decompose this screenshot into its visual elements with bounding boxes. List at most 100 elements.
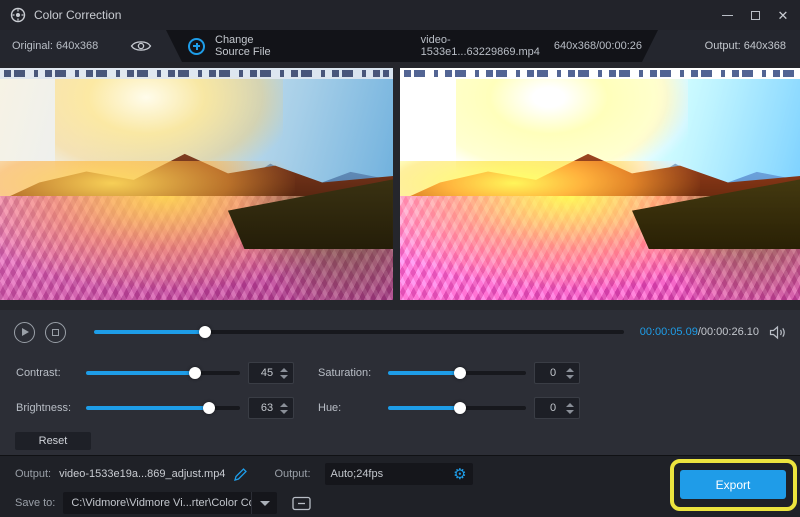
play-icon — [22, 328, 29, 336]
original-resolution-label: Original: 640x368 — [12, 40, 98, 52]
seek-track — [94, 330, 624, 334]
original-resolution-tab: Original: 640x368 — [0, 30, 182, 62]
video-watermark-glitch — [404, 70, 796, 77]
stop-icon — [52, 329, 59, 336]
video-watermark-glitch — [4, 70, 389, 77]
change-source-file-button[interactable]: Change Source File — [215, 34, 291, 58]
eye-icon — [130, 39, 152, 53]
contrast-label: Contrast: — [16, 367, 78, 379]
contrast-handle[interactable] — [189, 367, 201, 379]
minimize-button[interactable] — [720, 8, 734, 22]
hue-value: 0 — [540, 402, 566, 414]
brightness-label: Brightness: — [16, 402, 78, 414]
export-button[interactable]: Export — [680, 470, 786, 499]
plus-circle-icon[interactable] — [188, 38, 205, 55]
adjusted-video-preview — [400, 68, 800, 300]
pencil-icon — [233, 467, 248, 482]
hue-increase-icon[interactable] — [566, 403, 574, 407]
hue-decrease-icon[interactable] — [566, 410, 574, 414]
playback-row: 00:00:05.09/00:00:26.10 — [0, 310, 800, 354]
titlebar: Color Correction ✕ — [0, 0, 800, 30]
source-dimensions-duration: 640x368/00:00:26 — [554, 40, 642, 52]
output-format-label: Output: — [274, 468, 310, 480]
brightness-handle[interactable] — [203, 402, 215, 414]
output-resolution-tab: Output: 640x368 — [642, 30, 800, 62]
saturation-spinbox[interactable]: 0 — [534, 362, 580, 384]
hue-label: Hue: — [318, 402, 380, 414]
preview-toggle-button[interactable] — [130, 39, 152, 53]
hue-spinbox[interactable]: 0 — [534, 397, 580, 419]
save-path-dropdown-toggle[interactable] — [251, 492, 277, 514]
video-watermark-strip — [400, 68, 800, 79]
contrast-slider[interactable] — [86, 367, 240, 379]
source-info: Change Source File video-1533e1...632298… — [182, 30, 642, 62]
open-folder-button[interactable] — [289, 493, 313, 513]
saturation-row: Saturation: 0 — [318, 362, 580, 384]
time-display: 00:00:05.09/00:00:26.10 — [640, 326, 759, 338]
hue-handle[interactable] — [454, 402, 466, 414]
brightness-track — [86, 406, 240, 410]
saturation-decrease-icon[interactable] — [566, 375, 574, 379]
stop-button[interactable] — [45, 322, 66, 343]
window-controls: ✕ — [720, 8, 790, 22]
saturation-fill — [388, 371, 460, 375]
output-name-row: Output: video-1533e19a...869_adjust.mp4 … — [15, 463, 473, 485]
output-filename: video-1533e19a...869_adjust.mp4 — [59, 468, 225, 480]
minimize-icon — [722, 15, 733, 16]
saturation-handle[interactable] — [454, 367, 466, 379]
brightness-fill — [86, 406, 209, 410]
close-icon: ✕ — [778, 9, 789, 22]
seek-slider[interactable] — [94, 326, 624, 338]
window-title: Color Correction — [34, 8, 121, 22]
saturation-value: 0 — [540, 367, 566, 379]
save-to-row: Save to: C:\Vidmore\Vidmore Vi...rter\Co… — [15, 492, 313, 514]
play-button[interactable] — [14, 322, 35, 343]
video-watermark-strip — [0, 68, 393, 79]
save-path-value: C:\Vidmore\Vidmore Vi...rter\Color Corre… — [63, 497, 251, 509]
hue-row: Hue: 0 — [318, 397, 580, 419]
total-time: /00:00:26.10 — [698, 326, 759, 338]
output-format-field[interactable]: Auto;24fps ⚙ — [325, 463, 473, 485]
save-path-dropdown[interactable]: C:\Vidmore\Vidmore Vi...rter\Color Corre… — [63, 492, 277, 514]
color-correction-icon — [10, 7, 26, 23]
maximize-icon — [751, 11, 760, 20]
reset-button[interactable]: Reset — [15, 432, 91, 450]
contrast-decrease-icon[interactable] — [280, 375, 288, 379]
controls-panel: 00:00:05.09/00:00:26.10 Contrast: 45 — [0, 310, 800, 455]
saturation-increase-icon[interactable] — [566, 368, 574, 372]
rename-button[interactable] — [233, 467, 248, 482]
brightness-row: Brightness: 63 — [16, 397, 294, 419]
contrast-increase-icon[interactable] — [280, 368, 288, 372]
brightness-slider[interactable] — [86, 402, 240, 414]
contrast-row: Contrast: 45 — [16, 362, 294, 384]
hue-slider[interactable] — [388, 402, 526, 414]
hue-fill — [388, 406, 460, 410]
save-to-label: Save to: — [15, 497, 55, 509]
gear-icon[interactable]: ⚙ — [453, 467, 466, 482]
output-resolution-label: Output: 640x368 — [705, 40, 786, 52]
brightness-decrease-icon[interactable] — [280, 410, 288, 414]
close-button[interactable]: ✕ — [776, 8, 790, 22]
info-bar: Original: 640x368 Change Source File vid… — [0, 30, 800, 62]
contrast-fill — [86, 371, 195, 375]
brightness-value: 63 — [254, 402, 280, 414]
volume-button[interactable] — [769, 325, 786, 340]
saturation-label: Saturation: — [318, 367, 380, 379]
chevron-down-icon — [260, 501, 270, 506]
saturation-slider[interactable] — [388, 367, 526, 379]
contrast-spinbox[interactable]: 45 — [248, 362, 294, 384]
maximize-button[interactable] — [748, 8, 762, 22]
color-correction-window: Color Correction ✕ Original: 640x368 Cha… — [0, 0, 800, 517]
preview-stage — [0, 62, 800, 310]
folder-icon — [292, 496, 311, 511]
source-filename: video-1533e1...63229869.mp4 — [421, 34, 540, 58]
contrast-value: 45 — [254, 367, 280, 379]
bottom-bar: Output: video-1533e19a...869_adjust.mp4 … — [0, 455, 800, 517]
original-video-preview — [0, 68, 393, 300]
brightness-increase-icon[interactable] — [280, 403, 288, 407]
current-time: 00:00:05.09 — [640, 326, 698, 338]
adjustments-grid: Contrast: 45 Saturation: 0 — [0, 354, 600, 419]
seek-handle[interactable] — [199, 326, 211, 338]
contrast-track — [86, 371, 240, 375]
brightness-spinbox[interactable]: 63 — [248, 397, 294, 419]
